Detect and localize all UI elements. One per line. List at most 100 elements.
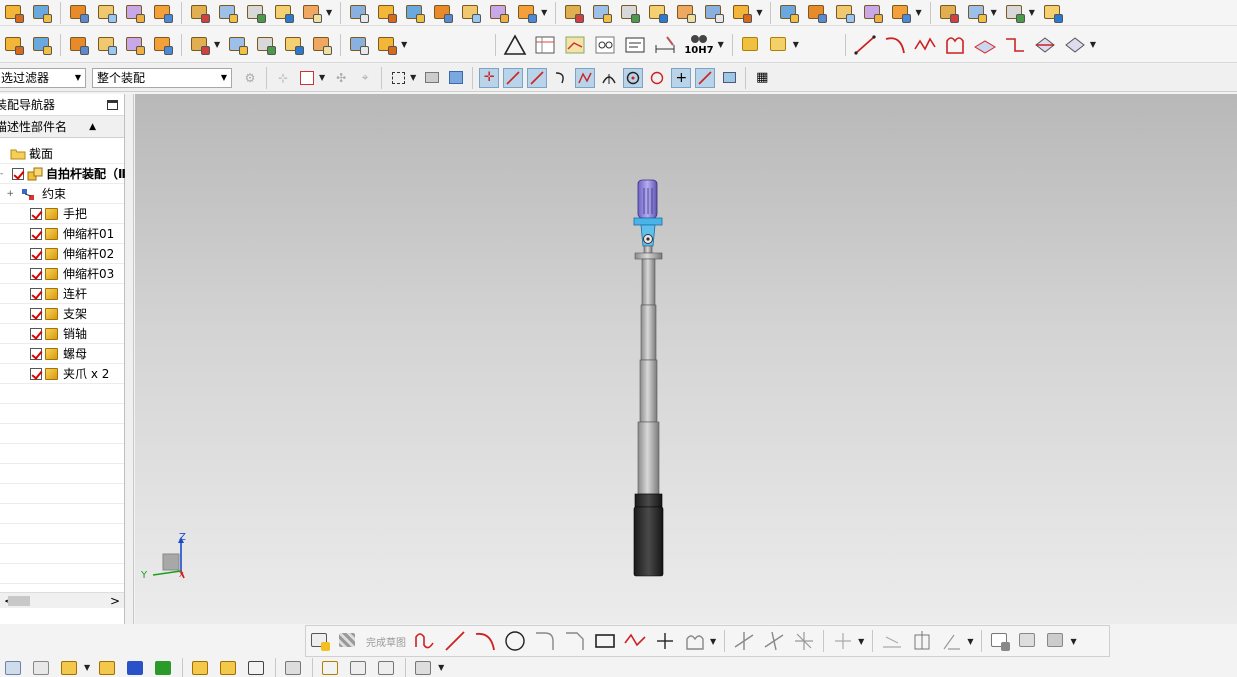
snap-line-icon[interactable] [503, 67, 524, 88]
measure-icon[interactable] [68, 34, 90, 56]
line-icon[interactable] [853, 33, 877, 57]
bracket-part[interactable] [633, 217, 663, 226]
snap-quadrant-icon[interactable] [647, 68, 667, 88]
show-constraints-icon[interactable] [1045, 630, 1067, 652]
handle-grip[interactable] [633, 506, 664, 577]
assembly-scope-select[interactable]: 整个装配 ▼ [92, 67, 232, 88]
grid-icon[interactable] [563, 33, 587, 57]
angular-dimension-icon[interactable] [940, 629, 964, 653]
extension-icon[interactable] [890, 2, 912, 24]
point-icon[interactable] [653, 629, 677, 653]
arc-icon[interactable] [473, 629, 497, 653]
layer-settings-icon[interactable] [31, 34, 53, 56]
geometric-constraints-icon[interactable] [989, 630, 1011, 652]
line-icon[interactable] [443, 629, 467, 653]
telescopic-rod-01[interactable] [641, 258, 656, 306]
gear-icon[interactable] [348, 34, 370, 56]
snap-endpoint-icon[interactable]: ✛ [479, 67, 500, 88]
visibility-checkbox[interactable] [30, 227, 42, 240]
offset-curve-icon[interactable] [973, 33, 997, 57]
horizontal-scrollbar[interactable]: < > [0, 592, 124, 608]
snap-surface-icon[interactable] [719, 68, 739, 88]
snap-intersection-icon[interactable] [599, 68, 619, 88]
snap-control-point-icon[interactable] [575, 67, 596, 88]
mirror-curve-icon[interactable] [831, 629, 855, 653]
ruled-icon[interactable] [806, 2, 828, 24]
dropdown-arrow[interactable]: ▼ [1090, 40, 1096, 49]
dropdown-arrow[interactable]: ▼ [319, 73, 325, 82]
arc-icon[interactable] [883, 33, 907, 57]
swept-icon[interactable] [731, 2, 753, 24]
scroll-thumb[interactable] [8, 596, 30, 606]
tree-row-part[interactable]: 螺母 [0, 344, 124, 364]
filter-select[interactable]: 选过滤器 ▼ [0, 67, 86, 88]
dropdown-arrow[interactable]: ▼ [326, 8, 332, 17]
trim-body-icon[interactable] [432, 2, 454, 24]
select-face-icon[interactable] [297, 68, 317, 88]
rapid-dimension-icon[interactable] [880, 629, 904, 653]
dropdown-arrow[interactable]: ▼ [214, 40, 220, 49]
thicken-icon[interactable] [675, 2, 697, 24]
text-icon[interactable] [189, 34, 211, 56]
assembly-move-icon[interactable] [1004, 2, 1026, 24]
replace-face-icon[interactable] [563, 2, 585, 24]
symbols-icon[interactable] [593, 33, 617, 57]
tree-row-part[interactable]: 夹爪 x 2 [0, 364, 124, 384]
quick-extend-icon[interactable] [762, 629, 786, 653]
tree-row-constraints[interactable]: + 约束 [0, 184, 124, 204]
dropdown-arrow[interactable]: ▼ [1029, 8, 1035, 17]
column-header[interactable]: 描述性部件名 ▲ [0, 116, 124, 138]
assembly-constraint-icon[interactable] [1042, 2, 1064, 24]
dropdown-arrow[interactable]: ▼ [858, 637, 864, 646]
intersection-curve-icon[interactable] [1033, 33, 1057, 57]
rectangle-icon[interactable] [593, 629, 617, 653]
tree-row-part[interactable]: 手把 [0, 204, 124, 224]
tree-row-part[interactable]: 销轴 [0, 324, 124, 344]
profile-icon[interactable] [413, 629, 437, 653]
assembly-icon[interactable] [740, 34, 762, 56]
sketch-icon[interactable] [309, 630, 331, 652]
telescopic-rod-03[interactable] [639, 359, 658, 423]
assembly-list-icon[interactable] [768, 34, 790, 56]
snap-point-on-curve-icon[interactable] [695, 67, 716, 88]
dropdown-arrow[interactable]: ▼ [718, 40, 724, 49]
link-part[interactable] [643, 245, 653, 254]
clearance-icon[interactable] [283, 658, 305, 677]
product-interface-icon[interactable] [413, 658, 435, 677]
cube-icon[interactable] [68, 2, 90, 24]
pipe-tool-icon[interactable] [348, 658, 370, 677]
chamfer-icon[interactable] [563, 629, 587, 653]
move-object-icon[interactable] [124, 34, 146, 56]
bridge-curve-icon[interactable] [1063, 33, 1087, 57]
scroll-right-icon[interactable]: > [110, 594, 120, 608]
graphics-viewport[interactable]: Z Y X [135, 94, 1237, 624]
feature-pattern-icon[interactable] [245, 2, 267, 24]
patch-icon[interactable] [619, 2, 641, 24]
visibility-checkbox[interactable] [30, 267, 42, 280]
panel-splitter[interactable] [125, 94, 134, 624]
boss-icon[interactable] [152, 2, 174, 24]
dropdown-arrow[interactable]: ▼ [401, 40, 407, 49]
dropdown-arrow[interactable]: ▼ [991, 8, 997, 17]
draft-icon[interactable] [348, 2, 370, 24]
bearing-icon[interactable] [311, 34, 333, 56]
tree-row-part[interactable]: 伸缩杆03 [0, 264, 124, 284]
tree-row-part[interactable]: 伸缩杆01 [0, 224, 124, 244]
snap-arc-center-icon[interactable] [623, 67, 644, 88]
exploded-view-icon[interactable] [218, 658, 240, 677]
select-solid-icon[interactable] [422, 68, 442, 88]
deselect-icon[interactable]: ✣ [331, 68, 351, 88]
dropdown-arrow[interactable]: ▼ [1070, 637, 1076, 646]
circle-icon[interactable] [503, 629, 527, 653]
feature-tools-icon[interactable] [376, 34, 398, 56]
note-icon[interactable] [623, 33, 647, 57]
view-icon[interactable] [3, 658, 25, 677]
tree-row-part[interactable]: 伸缩杆02 [0, 244, 124, 264]
merge-icon[interactable] [273, 2, 295, 24]
block-icon[interactable] [31, 2, 53, 24]
tree-row-part[interactable]: 连杆 [0, 284, 124, 304]
finish-sketch-label[interactable]: 完成草图 [366, 634, 406, 649]
shell-icon[interactable] [301, 2, 323, 24]
add-component-icon[interactable] [59, 658, 81, 677]
spline-icon[interactable] [913, 33, 937, 57]
